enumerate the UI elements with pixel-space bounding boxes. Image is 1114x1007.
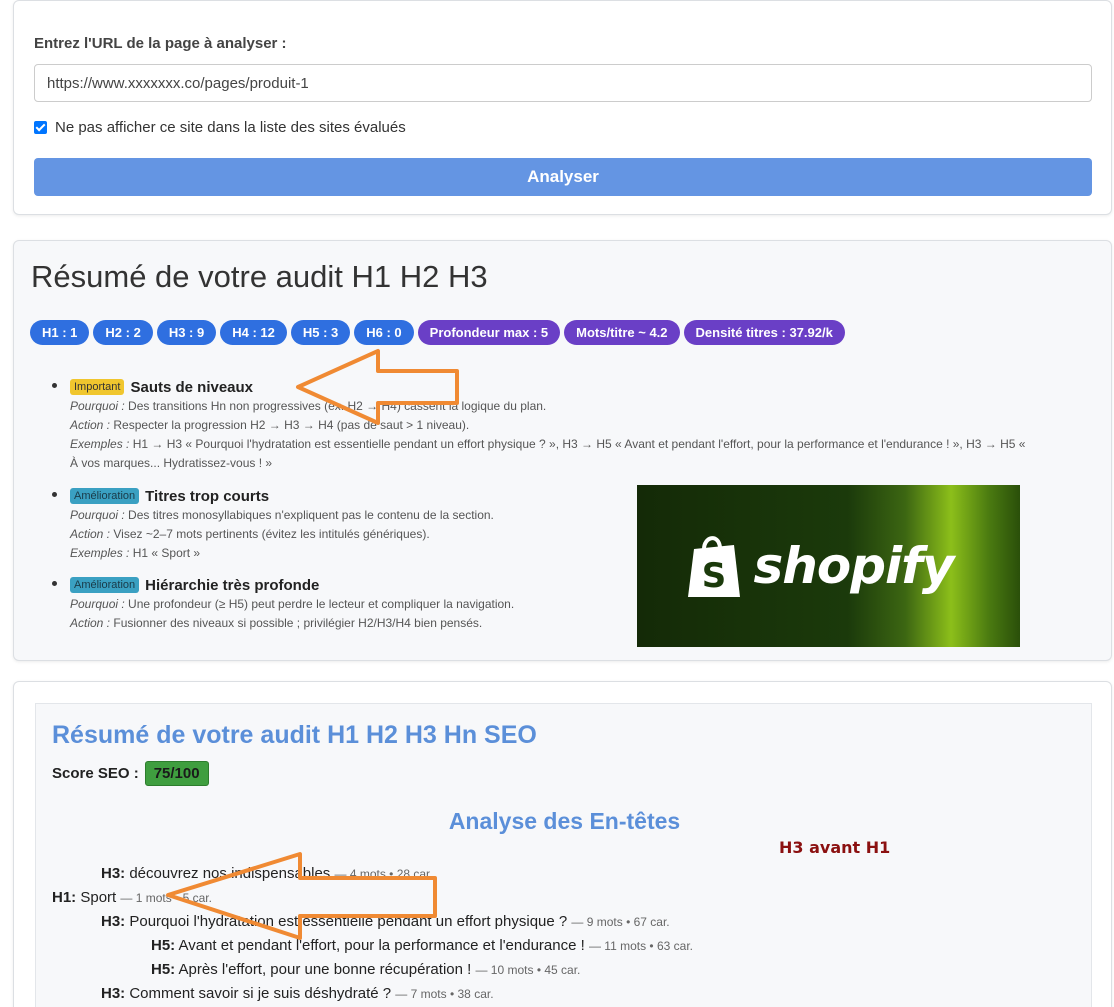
issue-item: Amélioration Titres trop courts Pourquoi…: [52, 486, 494, 563]
issue-action: Fusionner des niveaux si possible ; priv…: [113, 616, 483, 630]
important-tag: Important: [70, 379, 125, 395]
issue-title: Sauts de niveaux: [130, 378, 254, 396]
heading-meta: — 9 mots • 67 car.: [571, 915, 670, 929]
issue-action: Respecter la progression H2 → H3 → H4 (p…: [113, 418, 470, 432]
heading-meta: — 1 mots • 5 car.: [120, 891, 212, 905]
heading-text: Comment savoir si je suis déshydraté ?: [129, 985, 392, 1002]
list-bullet: [52, 383, 57, 388]
stats-badges: H1 : 1 H2 : 2 H3 : 9 H4 : 12 H5 : 3 H6 :…: [30, 320, 845, 345]
seo-score: Score SEO : 75/100: [52, 761, 209, 786]
heading-text: Sport: [80, 889, 117, 906]
summary-title: Résumé de votre audit H1 H2 H3: [31, 259, 488, 294]
issue-item: Amélioration Hiérarchie très profonde Po…: [52, 575, 515, 633]
pourquoi-label: Pourquoi :: [70, 508, 125, 522]
heading-row: H5: Après l'effort, pour une bonne récup…: [151, 961, 580, 978]
seo-audit-panel: Résumé de votre audit H1 H2 H3 Hn SEO Sc…: [35, 703, 1092, 1007]
order-warning: H3 avant H1: [779, 838, 891, 857]
heading-meta: — 4 mots • 28 car.: [334, 867, 433, 881]
headers-analysis-title: Analyse des En-têtes: [448, 808, 681, 834]
badge-title-density: Densité titres : 37.92/k: [683, 320, 845, 345]
heading-row: H3: découvrez nos indispensables — 4 mot…: [101, 865, 433, 882]
heading-text: découvrez nos indispensables: [129, 865, 331, 882]
improvement-tag: Amélioration: [70, 488, 140, 504]
improvement-tag: Amélioration: [70, 577, 140, 593]
score-label: Score SEO :: [52, 765, 139, 782]
badge-h6: H6 : 0: [354, 320, 414, 345]
action-label: Action :: [70, 616, 111, 630]
issue-exemples: H1 → H3 « Pourquoi l'hydratation est ess…: [132, 437, 1026, 451]
hide-site-option[interactable]: Ne pas afficher ce site dans la liste de…: [34, 119, 406, 136]
svg-text:S: S: [701, 556, 726, 596]
heading-row: H3: Pourquoi l'hydratation est essentiel…: [101, 913, 670, 930]
badge-h1: H1 : 1: [30, 320, 90, 345]
heading-row: H1: Sport — 1 mots • 5 car.: [52, 889, 212, 906]
hide-site-label: Ne pas afficher ce site dans la liste de…: [55, 119, 406, 136]
heading-text: Après l'effort, pour une bonne récupérat…: [178, 961, 472, 978]
seo-audit-card: Résumé de votre audit H1 H2 H3 Hn SEO Sc…: [13, 681, 1112, 1007]
heading-text: Pourquoi l'hydratation est essentielle p…: [129, 913, 568, 930]
url-form-card: Entrez l'URL de la page à analyser : Ne …: [13, 0, 1112, 215]
heading-level: H5:: [151, 937, 176, 954]
heading-level: H3:: [101, 985, 126, 1002]
badge-words-per-title: Mots/titre ~ 4.2: [564, 320, 680, 345]
exemples-label: Exemples :: [70, 546, 130, 560]
audit-summary-card: Résumé de votre audit H1 H2 H3 H1 : 1 H2…: [13, 240, 1112, 661]
issue-title: Titres trop courts: [145, 487, 270, 505]
issue-pourquoi: Une profondeur (≥ H5) peut perdre le lec…: [128, 597, 515, 611]
issue-item: Important Sauts de niveaux Pourquoi : De…: [52, 377, 1100, 473]
issue-action: Visez ~2–7 mots pertinents (évitez les i…: [113, 527, 430, 541]
analyze-button[interactable]: Analyser: [34, 158, 1092, 196]
badge-h2: H2 : 2: [93, 320, 153, 345]
heading-row: H3: Comment savoir si je suis déshydraté…: [101, 985, 494, 1002]
issue-title: Hiérarchie très profonde: [145, 576, 320, 594]
exemples-label: Exemples :: [70, 437, 130, 451]
action-label: Action :: [70, 418, 111, 432]
badge-h4: H4 : 12: [220, 320, 287, 345]
heading-level: H3:: [101, 865, 126, 882]
heading-level: H3:: [101, 913, 126, 930]
heading-row: H5: Avant et pendant l'effort, pour la p…: [151, 937, 693, 954]
badge-h5: H5 : 3: [290, 320, 351, 345]
heading-meta: — 7 mots • 38 car.: [395, 987, 494, 1001]
shopify-wordmark: shopify: [753, 537, 955, 595]
url-label: Entrez l'URL de la page à analyser :: [34, 35, 287, 52]
shopify-banner-image: S shopify: [637, 485, 1020, 647]
issue-exemples-cont: À vos marques... Hydratissez-vous ! »: [70, 456, 273, 470]
issue-pourquoi: Des titres monosyllabiques n'expliquent …: [128, 508, 494, 522]
url-input[interactable]: [34, 64, 1092, 102]
score-badge: 75/100: [144, 761, 209, 786]
seo-title: Résumé de votre audit H1 H2 H3 Hn SEO: [52, 721, 537, 749]
heading-meta: — 10 mots • 45 car.: [475, 963, 581, 977]
action-label: Action :: [70, 527, 111, 541]
heading-level: H1:: [52, 889, 77, 906]
issue-pourquoi: Des transitions Hn non progressives (ex.…: [128, 399, 547, 413]
hide-site-checkbox[interactable]: [34, 121, 47, 134]
badge-h3: H3 : 9: [156, 320, 217, 345]
pourquoi-label: Pourquoi :: [70, 399, 125, 413]
heading-text: Avant et pendant l'effort, pour la perfo…: [178, 937, 585, 954]
shopify-bag-icon: S: [687, 536, 740, 597]
list-bullet: [52, 492, 57, 497]
issue-exemples: H1 « Sport »: [132, 546, 201, 560]
badge-depth: Profondeur max : 5: [417, 320, 561, 345]
heading-meta: — 11 mots • 63 car.: [588, 939, 693, 953]
heading-level: H5:: [151, 961, 176, 978]
pourquoi-label: Pourquoi :: [70, 597, 125, 611]
list-bullet: [52, 581, 57, 586]
